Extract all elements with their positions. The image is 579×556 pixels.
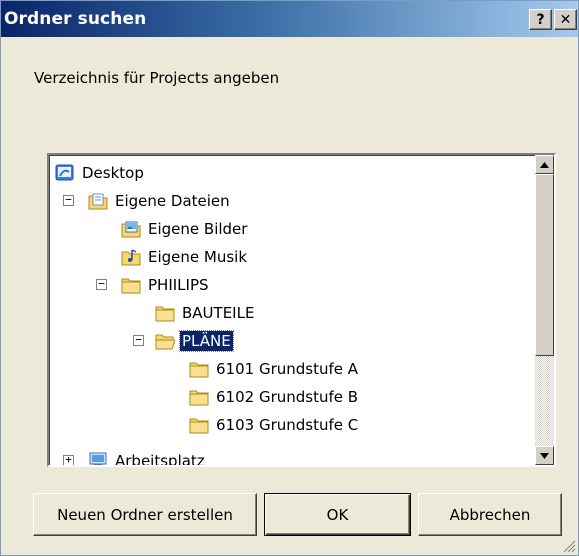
folder-icon: [189, 362, 209, 378]
tree-item-phiilips[interactable]: PHIILIPS: [121, 273, 211, 297]
tree-item-6103[interactable]: 6103 Grundstufe C: [189, 413, 360, 437]
tree-item-label: PLÄNE: [179, 330, 234, 352]
vertical-scrollbar[interactable]: [535, 155, 554, 465]
tree-item-eigene-bilder[interactable]: Eigene Bilder: [121, 217, 249, 241]
close-button[interactable]: ✕: [554, 9, 577, 30]
folder-tree[interactable]: Desktop − Eigene Dateien Eigene Bilder E…: [47, 153, 556, 467]
my-documents-icon: [88, 193, 108, 210]
tree-item-label: PHIILIPS: [148, 276, 209, 294]
tree-item-arbeitsplatz[interactable]: Arbeitsplatz: [88, 449, 207, 467]
tree-item-bauteile[interactable]: BAUTEILE: [155, 301, 256, 325]
tree-item-label: Eigene Bilder: [148, 220, 248, 238]
folder-browse-dialog: Ordner suchen ? ✕ Verzeichnis für Projec…: [0, 0, 579, 556]
title-buttons: ? ✕: [529, 9, 577, 30]
scroll-down-button[interactable]: [535, 446, 554, 465]
my-pictures-icon: [121, 221, 141, 238]
cancel-button[interactable]: Abbrechen: [418, 493, 562, 536]
folder-icon: [121, 278, 141, 294]
tree-item-label: Arbeitsplatz: [115, 452, 205, 467]
tree-item-label: Desktop: [82, 164, 144, 182]
help-button[interactable]: ?: [529, 9, 552, 30]
desktop-icon: [55, 164, 74, 181]
scroll-up-button[interactable]: [535, 155, 554, 174]
collapse-toggle[interactable]: −: [63, 194, 74, 206]
collapse-toggle[interactable]: −: [133, 334, 144, 346]
tree-item-label: 6101 Grundstufe A: [216, 360, 359, 378]
folder-icon: [189, 390, 209, 406]
tree-item-6101[interactable]: 6101 Grundstufe A: [189, 357, 360, 381]
tree-item-plaene[interactable]: PLÄNE: [155, 329, 234, 353]
tree-item-6102[interactable]: 6102 Grundstufe B: [189, 385, 360, 409]
resize-grip-icon[interactable]: [562, 539, 576, 553]
folder-icon: [189, 418, 209, 434]
tree-item-eigene-musik[interactable]: Eigene Musik: [121, 245, 249, 269]
folder-icon: [155, 306, 175, 322]
arrow-up-icon: [540, 161, 549, 168]
window-title: Ordner suchen: [4, 9, 147, 29]
instruction-label: Verzeichnis für Projects angeben: [34, 69, 280, 87]
tree-item-label: 6102 Grundstufe B: [216, 388, 359, 406]
tree-item-label: BAUTEILE: [182, 304, 255, 322]
tree-item-eigene-dateien[interactable]: Eigene Dateien: [88, 189, 232, 213]
close-icon: ✕: [559, 11, 572, 28]
tree-item-desktop[interactable]: Desktop: [55, 161, 146, 185]
open-folder-icon: [155, 334, 175, 350]
expand-toggle[interactable]: +: [63, 454, 74, 465]
my-music-icon: [121, 249, 141, 266]
tree-item-label: 6103 Grundstufe C: [216, 416, 359, 434]
tree-item-label: Eigene Dateien: [115, 192, 230, 210]
tree-item-label: Eigene Musik: [148, 248, 248, 266]
ok-button[interactable]: OK: [264, 493, 411, 536]
title-bar[interactable]: Ordner suchen ? ✕: [1, 1, 578, 37]
my-computer-icon: [89, 452, 107, 465]
collapse-toggle[interactable]: −: [96, 278, 107, 290]
scroll-thumb[interactable]: [535, 174, 554, 356]
new-folder-button[interactable]: Neuen Ordner erstellen: [33, 493, 257, 536]
arrow-down-icon: [540, 452, 549, 459]
